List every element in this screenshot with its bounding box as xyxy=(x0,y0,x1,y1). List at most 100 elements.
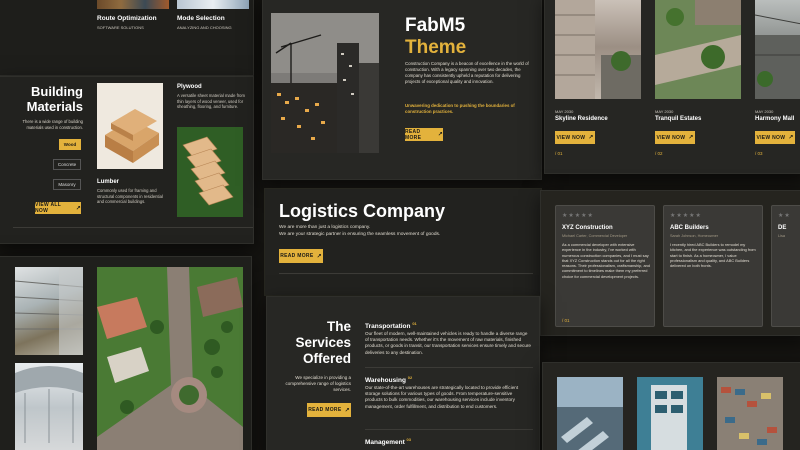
arrow-icon: ↗ xyxy=(688,135,694,141)
service-desc-1: Our fleet of modern, well-maintained veh… xyxy=(365,331,531,355)
service-num-2: 02 xyxy=(407,375,413,380)
lumber-image xyxy=(97,83,163,169)
mall-icon xyxy=(755,14,800,99)
project-view-button-3[interactable]: VIEW NOW ↗ xyxy=(755,131,795,144)
services-title: The Services Offered xyxy=(281,319,351,367)
testimonial-company-3: DE xyxy=(778,225,787,231)
project-view-label-3: VIEW NOW xyxy=(756,134,786,141)
services-title-line1: The xyxy=(326,319,351,334)
service-divider-2 xyxy=(365,429,533,430)
building-photo-2 xyxy=(15,363,83,450)
plywood-image xyxy=(177,127,243,217)
testimonial-card-3: ★★ DE Lisa xyxy=(771,205,800,327)
fab-desc: Construction Company is a beacon of exce… xyxy=(405,61,529,84)
tag-masonry[interactable]: Masonry xyxy=(53,179,81,190)
services-panel: The Services Offered We specialize in pr… xyxy=(266,296,540,450)
estate-icon xyxy=(655,0,741,99)
route-image xyxy=(97,0,169,9)
port-photo-2 xyxy=(637,377,703,450)
fabm5-hero-panel: FabM5 Theme Construction Company is a be… xyxy=(262,0,542,180)
fab-subtitle: Theme xyxy=(405,37,467,58)
logistics-title: Logistics Company xyxy=(279,201,446,221)
logistics-line2: We are your strategic partner in ensurin… xyxy=(279,232,441,237)
testimonial-text-1: As a commercial developer with extensive… xyxy=(562,242,650,279)
view-all-button[interactable]: VIEW ALL NOW ↗ xyxy=(35,202,81,214)
project-num-3: / 03 xyxy=(755,151,763,156)
project-view-button-1[interactable]: VIEW NOW ↗ xyxy=(555,131,595,144)
rating-stars-1: ★★★★★ xyxy=(562,213,594,219)
services-title-line3: Offered xyxy=(302,350,351,366)
testimonial-role-2: Sarah Johnson, Homeowner xyxy=(670,234,719,238)
logistics-read-more-button[interactable]: READ MORE ↗ xyxy=(279,249,323,263)
shipping-icon xyxy=(557,377,623,450)
project-name-1: Skyline Residence xyxy=(555,116,608,122)
tag-wood[interactable]: Wood xyxy=(59,139,81,150)
arrow-icon: ↗ xyxy=(344,407,350,414)
arrow-icon: ↗ xyxy=(437,132,443,138)
service-name-3: Management xyxy=(365,439,405,447)
project-view-label-1: VIEW NOW xyxy=(556,134,586,141)
services-read-more-button[interactable]: READ MORE ↗ xyxy=(307,403,351,417)
testimonial-num-1: / 01 xyxy=(562,318,570,323)
project-name-2: Tranquil Estates xyxy=(655,116,702,122)
city-skyline-icon xyxy=(271,13,379,153)
aerial-neighborhood-photo xyxy=(97,267,243,450)
route-subtitle: SOFTWARE SOLUTIONS xyxy=(97,25,144,30)
interior-icon xyxy=(15,366,83,443)
service-name-2: Warehousing xyxy=(365,377,406,385)
plywood-desc: A versatile sheet material made from thi… xyxy=(177,93,245,110)
plywood-title: Plywood xyxy=(177,84,202,90)
rating-stars-2: ★★★★★ xyxy=(670,213,702,219)
services-title-line2: Services xyxy=(295,334,351,350)
service-num-3: 03 xyxy=(406,437,411,442)
testimonial-text-2: I recently hired ABC Builders to remodel… xyxy=(670,242,756,269)
route-title: Route Optimization xyxy=(97,15,157,22)
testimonial-card-2: ★★★★★ ABC Builders Sarah Johnson, Homeow… xyxy=(663,205,763,327)
services-read-more-label: READ MORE xyxy=(308,407,342,413)
arrow-icon: ↗ xyxy=(788,135,794,141)
lumber-desc: Commonly used for framing and structural… xyxy=(97,188,163,205)
mode-subtitle: ANALYZING AND CHOOSING xyxy=(177,25,232,30)
testimonial-role-3: Lisa xyxy=(778,234,785,238)
service-desc-2: Our state-of-the-art warehouses are stra… xyxy=(365,385,519,409)
project-num-2: / 02 xyxy=(655,151,663,156)
mode-image xyxy=(177,0,249,9)
arrow-icon: ↗ xyxy=(75,205,81,212)
building-facade-icon xyxy=(15,267,83,355)
testimonial-company-2: ABC Builders xyxy=(670,225,709,231)
view-all-label: VIEW ALL NOW xyxy=(35,202,62,214)
project-num-1: / 01 xyxy=(555,151,563,156)
fab-read-more-button[interactable]: READ MORE ↗ xyxy=(405,128,443,141)
project-view-button-2[interactable]: VIEW NOW ↗ xyxy=(655,131,695,144)
building-desc: There is a wide range of building materi… xyxy=(22,119,83,130)
divider xyxy=(13,227,253,228)
residence-icon xyxy=(555,0,641,99)
rating-stars-3: ★★ xyxy=(778,213,791,219)
service-divider-1 xyxy=(365,367,533,368)
bottom-left-images-panel xyxy=(0,256,252,450)
logistics-divider xyxy=(279,273,533,274)
top-left-panel: Route Optimization SOFTWARE SOLUTIONS Mo… xyxy=(0,0,254,76)
project-date-3: MAY 2030 xyxy=(755,109,774,114)
container-ship-icon xyxy=(637,377,703,450)
building-title-line2: Materials xyxy=(26,98,83,114)
testimonial-card-1: ★★★★★ XYZ Construction Michael Carter, C… xyxy=(555,205,655,327)
mode-title: Mode Selection xyxy=(177,15,225,22)
service-title-3: Management 03 xyxy=(365,437,411,448)
project-photo-tranquil xyxy=(655,0,741,99)
project-date-1: MAY 2030 xyxy=(555,109,574,114)
building-title-line1: Building xyxy=(31,84,83,99)
logistics-read-more-label: READ MORE xyxy=(280,253,314,259)
port-photo-1 xyxy=(557,377,623,450)
project-name-3: Harmony Mall xyxy=(755,116,795,122)
building-materials-panel: Building Materials There is a wide range… xyxy=(0,76,254,244)
project-photo-skyline xyxy=(555,0,641,99)
building-photo-1 xyxy=(15,267,83,355)
city-night-photo xyxy=(271,13,379,153)
lumber-stack-icon xyxy=(97,83,163,169)
lumber-title: Lumber xyxy=(97,179,120,185)
service-num-1: 01 xyxy=(412,321,417,326)
tag-concrete[interactable]: Concrete xyxy=(53,159,81,170)
plywood-stack-icon xyxy=(177,127,243,217)
arrow-icon: ↗ xyxy=(588,135,594,141)
